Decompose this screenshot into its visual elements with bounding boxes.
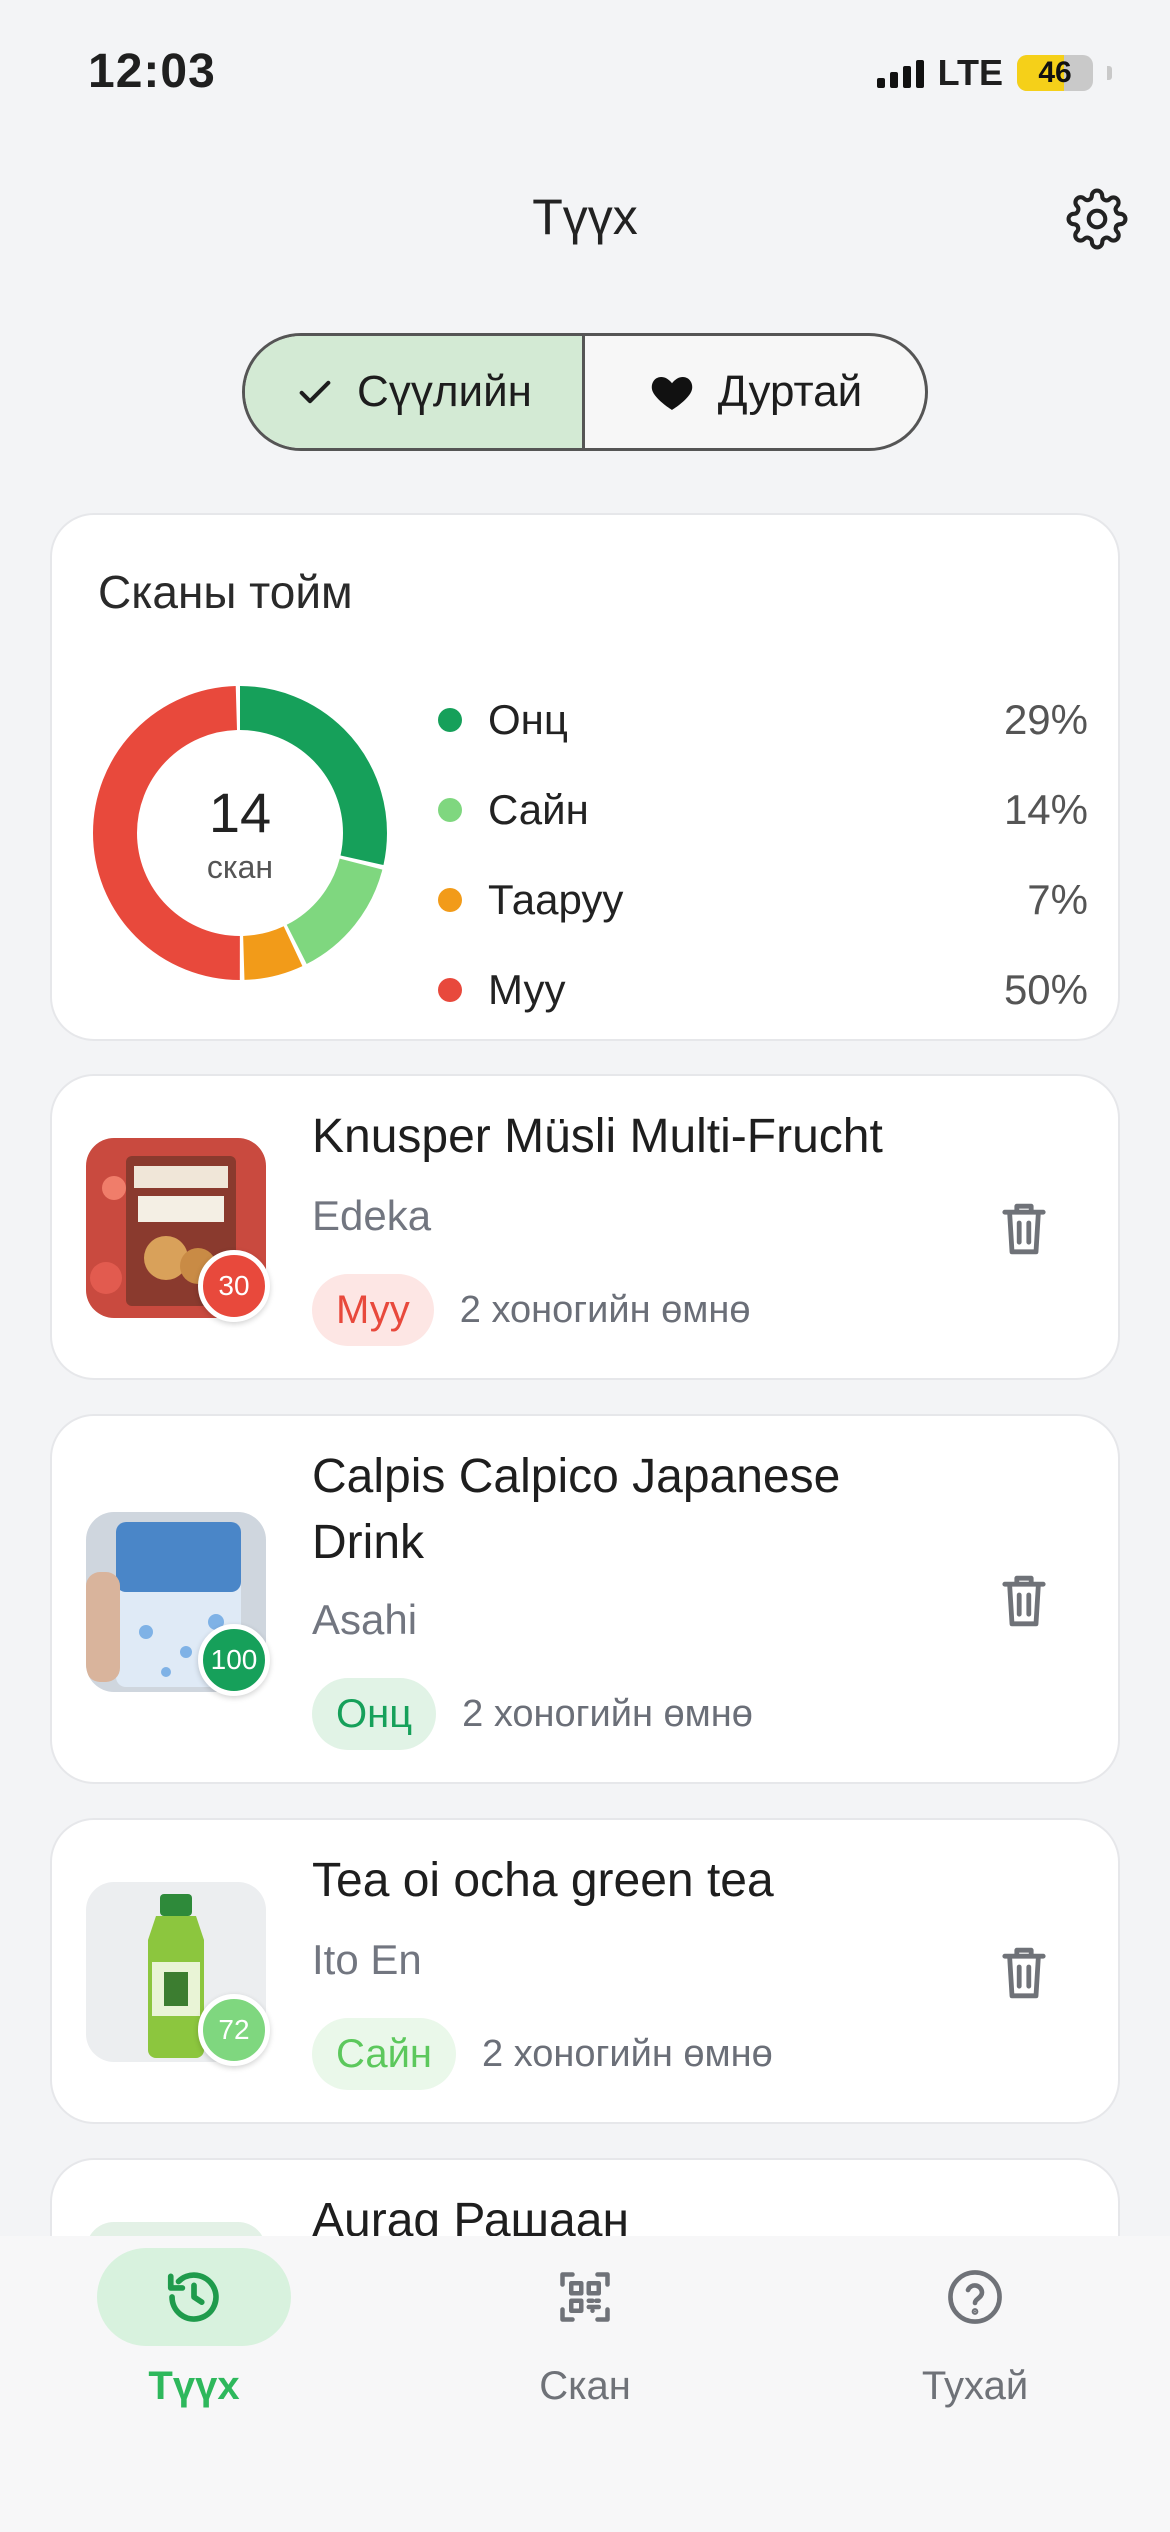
- summary-donut-chart: 14 скан: [90, 683, 390, 983]
- nav-about-label: Тухай: [921, 2364, 1029, 2408]
- legend-percent: 7%: [1027, 876, 1088, 923]
- status-indicators: LTE 46: [876, 52, 1112, 94]
- legend-dot: [438, 708, 462, 732]
- history-item-card[interactable]: 30 Knusper Müsli Multi-Frucht Edeka Муу …: [50, 1074, 1120, 1380]
- legend-percent: 14%: [1003, 786, 1088, 833]
- product-brand: Asahi: [312, 1596, 418, 1643]
- product-name: Knusper Müsli Multi-Frucht: [312, 1110, 883, 1163]
- history-icon: [167, 2272, 219, 2322]
- tab-favorites-label: Дуртай: [717, 367, 863, 416]
- legend-label: Онц: [488, 696, 568, 743]
- tab-favorites[interactable]: Дуртай: [585, 336, 925, 448]
- product-name: Calpis Calpico Japanese Drink: [312, 1450, 841, 1569]
- trash-icon[interactable]: [1000, 1200, 1048, 1258]
- nav-history-label: Түүх: [148, 2364, 240, 2408]
- rating-badge: Муу: [312, 1274, 434, 1346]
- history-item-card[interactable]: 72 Tea oi ocha green tea Ito En Сайн 2 х…: [50, 1818, 1120, 2124]
- network-type: LTE: [937, 52, 1003, 93]
- check-icon: [299, 380, 331, 404]
- legend-item: Муу 50%: [438, 945, 1088, 1035]
- product-brand: Edeka: [312, 1192, 432, 1239]
- bottom-navigation: Түүх Скан Тухай: [0, 2236, 1170, 2532]
- tab-recent[interactable]: Сүүлийн: [245, 336, 585, 448]
- rating-badge: Сайн: [312, 2018, 457, 2090]
- nav-scan[interactable]: Скан: [435, 2248, 735, 2409]
- history-item-card[interactable]: 100 Calpis Calpico Japanese Drink Asahi …: [50, 1414, 1120, 1784]
- legend-item: Онц 29%: [438, 675, 1088, 765]
- page-title: Түүх: [532, 189, 638, 245]
- scan-time: 2 хоногийн өмнө: [459, 1288, 751, 1331]
- gear-icon: [1066, 188, 1128, 250]
- product-score-badge: 72: [198, 1994, 270, 2066]
- history-filter-toggle: Сүүлийн Дуртай: [242, 333, 928, 451]
- scan-time: 2 хоногийн өмнө: [482, 2032, 773, 2075]
- legend-percent: 29%: [1003, 696, 1088, 743]
- product-score-badge: 100: [198, 1624, 270, 1696]
- tab-recent-label: Сүүлийн: [357, 367, 532, 416]
- legend-dot: [438, 888, 462, 912]
- nav-history[interactable]: Түүх: [44, 2248, 344, 2409]
- legend-dot: [438, 798, 462, 822]
- legend-dot: [438, 978, 462, 1002]
- rating-badge: Онц: [312, 1678, 437, 1750]
- trash-icon[interactable]: [1000, 1944, 1048, 2002]
- heart-icon: [651, 377, 692, 410]
- signal-icon: [876, 58, 924, 88]
- legend-label: Тааруу: [488, 876, 624, 923]
- legend-item: Тааруу 7%: [438, 855, 1088, 945]
- status-bar: 12:03 LTE 46: [0, 0, 1170, 150]
- legend-percent: 50%: [1003, 966, 1088, 1013]
- product-meta: Сайн 2 хоногийн өмнө: [312, 2018, 773, 2090]
- product-brand: Ito En: [312, 1936, 422, 1983]
- total-scan-count: 14: [208, 781, 272, 844]
- scan-time: 2 хоногийн өмнө: [462, 1692, 753, 1735]
- product-meta: Онц 2 хоногийн өмнө: [312, 1678, 753, 1750]
- battery-level: 46: [1038, 56, 1072, 89]
- battery-icon: 46: [1017, 55, 1093, 91]
- summary-legend: Онц 29% Сайн 14% Тааруу 7% Муу 50%: [438, 675, 1088, 1035]
- nav-about-pill: [878, 2248, 1072, 2346]
- nav-scan-label: Скан: [539, 2364, 631, 2408]
- product-score-badge: 30: [198, 1250, 270, 1322]
- trash-icon[interactable]: [1000, 1572, 1048, 1630]
- nav-about[interactable]: Тухай: [825, 2248, 1125, 2409]
- help-icon: [948, 2270, 1002, 2324]
- qr-scan-icon: [560, 2272, 610, 2322]
- legend-label: Муу: [488, 966, 566, 1013]
- nav-history-highlight: [97, 2248, 291, 2346]
- nav-scan-pill: [488, 2248, 682, 2346]
- legend-label: Сайн: [488, 786, 589, 833]
- legend-item: Сайн 14%: [438, 765, 1088, 855]
- status-time: 12:03: [88, 45, 216, 98]
- scan-summary-card: Сканы тойм 14 скан Онц 29% Сайн 14% Таар…: [50, 513, 1120, 1041]
- settings-button[interactable]: [1062, 184, 1132, 254]
- product-name: Tea oi ocha green tea: [312, 1854, 774, 1907]
- summary-title: Сканы тойм: [98, 566, 353, 618]
- product-meta: Муу 2 хоногийн өмнө: [312, 1274, 751, 1346]
- total-scan-unit: скан: [206, 849, 274, 885]
